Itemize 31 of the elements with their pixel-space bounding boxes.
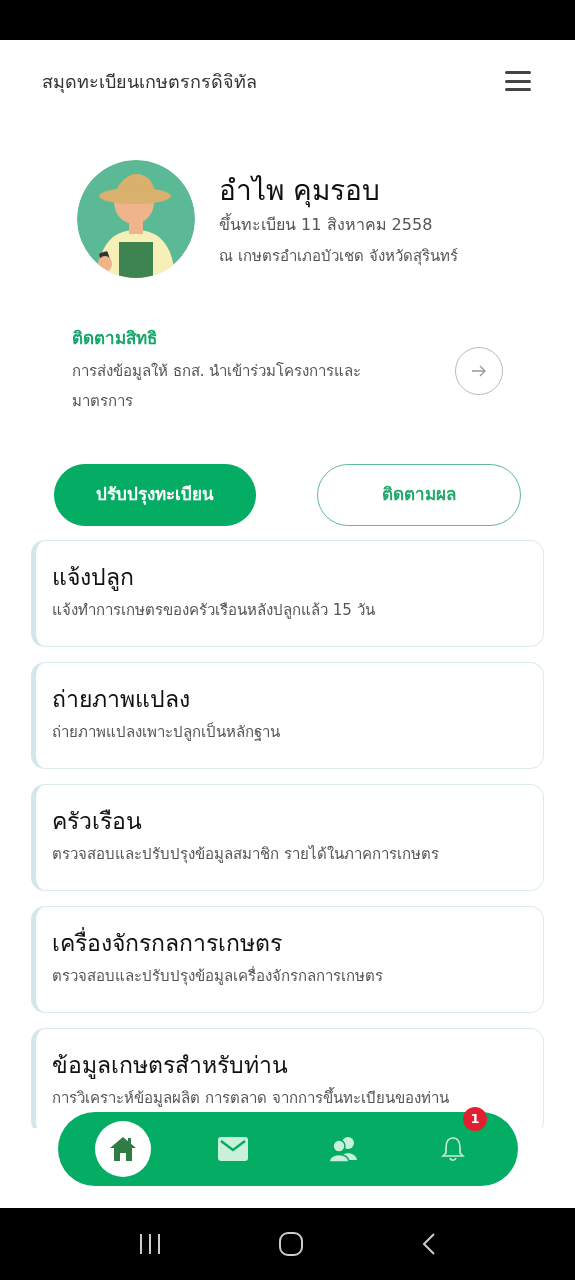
menu-description: การวิเคราะห์ข้อมูลผลิต การตลาด จากการขึ้นทะเบียนของท่าน — [52, 1086, 450, 1109]
menu-description: ตรวจสอบและปรับปรุงข้อมูลเครื่องจักรกลการเกษตร — [52, 965, 384, 987]
menu-description: แจ้งทำการเกษตรของครัวเรือนหลังปลูกแล้ว 15 วัน — [52, 599, 376, 621]
menu-title: ถ่ายภาพแปลง — [52, 684, 191, 714]
menu-card[interactable]: เครื่องจักรกลการเกษตร ตรวจสอบและปรับปรุงข้อมูลเครื่องจักรกลการเกษตร — [31, 905, 544, 1013]
bell-icon — [441, 1136, 465, 1162]
registration-date: ขึ้นทะเบียน 11 สิงหาคม 2558 — [219, 212, 434, 236]
menu-card[interactable]: แจ้งปลูก แจ้งทำการเกษตรของครัวเรือนหลังปลูกแล้ว 15 วัน — [31, 539, 544, 647]
menu-card[interactable]: ครัวเรือน ตรวจสอบและปรับปรุงข้อมูลสมาชิก รายได้ในภาคการเกษตร — [31, 783, 544, 891]
arrow-right-icon — [471, 364, 487, 377]
rights-description: การส่งข้อมูลให้ ธกส. นำเข้าร่วมโครงการและมาตรการ — [72, 360, 363, 412]
menu-title: ครัวเรือน — [52, 806, 143, 836]
menu-card[interactable]: ถ่ายภาพแปลง ถ่ายภาพแปลงเพาะปลูกเป็นหลักฐาน — [31, 661, 544, 769]
menu-description: ตรวจสอบและปรับปรุงข้อมูลสมาชิก รายได้ในภาคการเกษตร — [52, 843, 440, 865]
menu-title: เครื่องจักรกลการเกษตร — [52, 926, 283, 958]
notification-badge: 1 — [463, 1107, 487, 1131]
recent-apps-icon[interactable] — [138, 1233, 163, 1255]
home-button-icon[interactable] — [278, 1231, 305, 1257]
people-icon — [328, 1136, 358, 1162]
menu-title: ข้อมูลเกษตรสำหรับท่าน — [52, 1050, 289, 1081]
registration-office: ณ เกษตรอำเภอบัวเชด จังหวัดสุรินทร์ — [219, 245, 458, 268]
home-icon — [109, 1136, 137, 1162]
farmer-name: อำไพ คุมรอบ — [219, 172, 381, 210]
app-title: สมุดทะเบียนเกษตรกรดิจิทัล — [42, 69, 257, 95]
nav-tab[interactable] — [95, 1121, 151, 1177]
menu-description: ถ่ายภาพแปลงเพาะปลูกเป็นหลักฐาน — [52, 721, 281, 743]
back-icon[interactable] — [420, 1232, 437, 1256]
rights-title: ติดตามสิทธิ — [72, 327, 158, 350]
mail-icon — [218, 1137, 248, 1161]
menu-title: แจ้งปลูก — [52, 562, 135, 593]
menu-icon[interactable] — [505, 71, 531, 91]
